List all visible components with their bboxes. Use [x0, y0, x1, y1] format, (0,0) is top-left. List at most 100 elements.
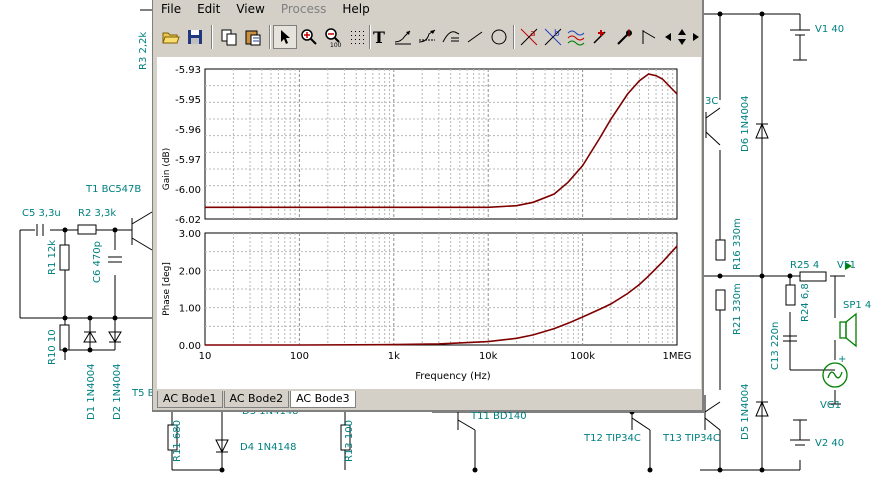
label-d2: D2 1N4004 — [112, 363, 123, 420]
label-d5: D5 1N4004 — [740, 383, 751, 440]
ac-bode-window[interactable]: File Edit View Process Help 100 T a b -5… — [152, 0, 704, 412]
label-r10: R10 10 — [47, 329, 58, 365]
curve-tool-2-button[interactable] — [415, 25, 439, 49]
scroll-right-button[interactable] — [689, 25, 703, 49]
zoom-100-text: 100 — [330, 42, 342, 47]
frequency-tick-label: 1MEG — [662, 351, 691, 362]
label-r16: R16 330m — [732, 218, 743, 270]
cursor-a-button[interactable]: a — [517, 25, 541, 49]
curve-tool-3-button[interactable] — [439, 25, 463, 49]
frequency-tick-label: 10 — [199, 351, 212, 362]
zoom-out-button[interactable]: 100 — [321, 25, 345, 49]
label-r1: R1 12k — [47, 240, 58, 275]
label-c13: C13 220n — [770, 322, 781, 370]
arrow-left-icon — [665, 33, 671, 41]
label-v2: V2 40 — [815, 438, 844, 449]
cursor-b-button[interactable]: b — [541, 25, 565, 49]
cursor-a-letter: a — [530, 29, 536, 39]
toolbar: 100 T a b — [153, 21, 702, 55]
label-c5: C5 3,3u — [22, 208, 61, 219]
paste-button[interactable] — [241, 25, 265, 49]
gain-tick-label: -5.96 — [175, 125, 201, 136]
label-r2: R2 3,3k — [78, 208, 116, 219]
gain-tick-label: -6.00 — [175, 185, 201, 196]
waveform-icon — [567, 30, 585, 46]
flag-icon — [642, 30, 656, 44]
line-icon — [467, 31, 483, 43]
save-button[interactable] — [183, 25, 207, 49]
gain-axis-label: Gain (dB) — [162, 148, 172, 190]
text-tool-icon: T — [373, 27, 385, 47]
curve-arrow-icon — [418, 29, 436, 43]
phase-tick-label: 1.00 — [179, 304, 201, 315]
gain-y-ticks: -5.93 -5.95 -5.96 -5.97 -6.00 -6.02 — [175, 65, 201, 226]
flag-button[interactable] — [637, 25, 661, 49]
bode-plot-svg[interactable]: -5.93-5.95-5.96-5.97-6.00-6.02 0.001.002… — [157, 57, 701, 389]
line-tool-button[interactable] — [463, 25, 487, 49]
curve-arrow-icon — [394, 30, 411, 45]
label-sp1: SP1 4 — [843, 300, 871, 311]
toolbar-separator — [211, 25, 213, 49]
toolbar-separator — [513, 25, 515, 49]
text-tool-button[interactable]: T — [367, 25, 391, 49]
menu-help[interactable]: Help — [334, 0, 377, 18]
label-r21: R21 330m — [732, 283, 743, 335]
phase-tick-label: 3.00 — [179, 229, 201, 240]
toolbar-separator — [269, 25, 271, 49]
waveform-button[interactable] — [565, 25, 589, 49]
zoom-in-icon — [301, 29, 317, 45]
bode-tabs: AC Bode1 AC Bode2 AC Bode3 — [157, 390, 357, 408]
folder-open-icon — [162, 32, 180, 44]
menu-process[interactable]: Process — [273, 0, 335, 18]
add-marker-button[interactable] — [589, 25, 613, 49]
scroll-left-button[interactable] — [661, 25, 675, 49]
open-button[interactable] — [159, 25, 183, 49]
label-v1: V1 40 — [815, 24, 844, 35]
arrow-updown-icon — [678, 29, 686, 45]
frequency-x-ticks: 10 100 1k 10k 100k 1MEG — [199, 351, 692, 362]
menu-bar: File Edit View Process Help — [153, 0, 702, 18]
zoom-in-button[interactable] — [297, 25, 321, 49]
circle-tool-button[interactable] — [487, 25, 511, 49]
tab-ac-bode2[interactable]: AC Bode2 — [223, 391, 290, 408]
label-r13: R13 100 — [344, 420, 355, 462]
floppy-disk-icon — [188, 30, 202, 44]
probe-button[interactable] — [613, 25, 637, 49]
gain-frame — [204, 68, 678, 220]
menu-view[interactable]: View — [228, 0, 272, 18]
arrow-right-icon — [693, 33, 699, 41]
gain-grid — [204, 68, 678, 220]
cursor-a-icon: a — [520, 28, 538, 46]
cursor-b-icon: b — [544, 28, 562, 46]
label-vf1: VF1 — [837, 260, 856, 271]
gain-tick-label: -5.93 — [175, 65, 201, 76]
frequency-tick-label: 100 — [290, 351, 309, 362]
label-r11: R11 680 — [172, 420, 183, 462]
label-vg1: VG1 — [820, 400, 841, 411]
curve-tool-1-button[interactable] — [391, 25, 415, 49]
label-t13: T13 TIP34C — [662, 433, 720, 444]
grid-dots-icon — [351, 31, 364, 44]
label-t1: T1 BC547B — [85, 184, 141, 195]
select-pointer-button[interactable] — [273, 25, 297, 49]
tab-ac-bode3[interactable]: AC Bode3 — [290, 391, 356, 408]
copy-button[interactable] — [217, 25, 241, 49]
pointer-arrow-icon — [281, 30, 290, 44]
bode-plot-area[interactable]: -5.93 -5.95 -5.96 -5.97 -6.00 -6.02 0.00 1.00 2… — [157, 57, 701, 389]
label-r25: R25 4 — [790, 260, 819, 271]
label-c6: C6 470p — [92, 241, 103, 283]
menu-edit[interactable]: Edit — [189, 0, 228, 18]
scroll-updown-button[interactable] — [675, 25, 689, 49]
circle-icon — [491, 29, 507, 45]
schematic-batteries — [790, 29, 810, 446]
label-d4: D4 1N4148 — [240, 442, 297, 453]
frequency-axis-label: Frequency (Hz) — [415, 371, 491, 382]
gain-tick-label: -6.02 — [175, 215, 201, 226]
phase-axis-label: Phase [deg] — [162, 262, 172, 316]
label-t11: T11 BD140 — [470, 411, 527, 422]
menu-file[interactable]: File — [153, 0, 189, 18]
grid-button[interactable] — [345, 25, 369, 49]
tab-ac-bode1[interactable]: AC Bode1 — [157, 391, 223, 408]
label-r24: R24 6,8 — [800, 283, 811, 322]
label-d6: D6 1N4004 — [740, 95, 751, 152]
